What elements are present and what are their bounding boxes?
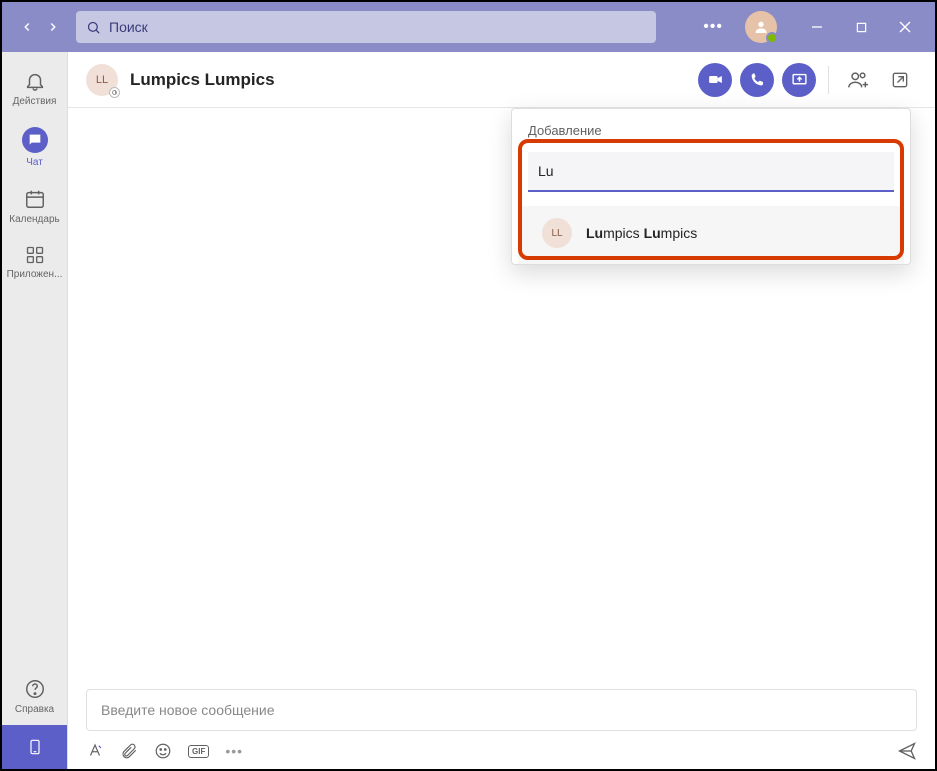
gif-icon: GIF (188, 745, 209, 758)
emoji-button[interactable] (154, 742, 172, 760)
add-people-input[interactable] (528, 152, 894, 192)
presence-available-icon (766, 32, 778, 44)
send-button[interactable] (897, 741, 917, 761)
more-menu-button[interactable]: ••• (691, 18, 735, 36)
add-people-popover: Добавление LL Lumpics Lumpics (511, 108, 911, 265)
rail-label: Календарь (9, 214, 59, 225)
rail-label: Приложен... (7, 269, 63, 280)
titlebar: ••• (2, 2, 935, 52)
share-screen-button[interactable] (782, 63, 816, 97)
rail-item-help[interactable]: Справка (2, 668, 67, 725)
rail-label: Справка (15, 704, 54, 715)
suggestion-avatar: LL (542, 218, 572, 248)
chat-avatar: LL (86, 64, 118, 96)
search-icon (86, 20, 101, 35)
app-rail: Действия Чат Календарь Приложен... (2, 52, 68, 769)
calendar-icon (24, 188, 46, 210)
suggestion-name: Lumpics Lumpics (586, 225, 697, 241)
composer-toolbar: GIF ••• (86, 741, 917, 761)
rail-label: Действия (13, 96, 57, 107)
close-button[interactable] (883, 11, 927, 43)
separator (828, 66, 829, 94)
search-box[interactable] (76, 11, 656, 43)
message-input-placeholder: Введите новое сообщение (101, 702, 275, 718)
forward-button[interactable] (46, 20, 60, 34)
chat-panel: LL Lumpics Lumpics (68, 52, 935, 769)
gif-button[interactable]: GIF (188, 745, 209, 758)
message-composer: Введите новое сообщение GIF ••• (68, 689, 935, 769)
chat-icon (22, 127, 48, 153)
rail-item-chat[interactable]: Чат (2, 119, 67, 176)
apps-icon (25, 245, 45, 265)
add-people-button[interactable] (841, 63, 875, 97)
minimize-button[interactable] (795, 11, 839, 43)
popout-button[interactable] (883, 63, 917, 97)
help-icon (24, 678, 46, 700)
people-suggestion-row[interactable]: LL Lumpics Lumpics (518, 206, 904, 264)
chat-title: Lumpics Lumpics (130, 70, 275, 90)
maximize-button[interactable] (839, 11, 883, 43)
rail-item-activity[interactable]: Действия (2, 62, 67, 115)
rail-item-apps[interactable]: Приложен... (2, 237, 67, 288)
popover-title: Добавление (512, 123, 910, 144)
mobile-icon (27, 736, 43, 758)
chat-messages-area: Добавление LL Lumpics Lumpics (68, 108, 935, 689)
audio-call-button[interactable] (740, 63, 774, 97)
attach-button[interactable] (120, 742, 138, 760)
search-input[interactable] (109, 19, 646, 35)
format-button[interactable] (86, 742, 104, 760)
chat-header-actions (698, 63, 917, 97)
message-input[interactable]: Введите новое сообщение (86, 689, 917, 731)
app-window: ••• Действия (0, 0, 937, 771)
window-controls (795, 11, 927, 43)
history-nav (10, 20, 66, 34)
chat-header: LL Lumpics Lumpics (68, 52, 935, 108)
rail-item-calendar[interactable]: Календарь (2, 180, 67, 233)
rail-label: Чат (26, 157, 43, 168)
video-call-button[interactable] (698, 63, 732, 97)
avatar-initials: LL (96, 74, 108, 86)
bell-icon (24, 70, 46, 92)
rail-item-mobile[interactable] (2, 725, 67, 769)
more-composer-button[interactable]: ••• (225, 743, 243, 759)
back-button[interactable] (20, 20, 34, 34)
presence-offline-icon (109, 87, 120, 98)
app-body: Действия Чат Календарь Приложен... (2, 52, 935, 769)
current-user-avatar[interactable] (745, 11, 777, 43)
